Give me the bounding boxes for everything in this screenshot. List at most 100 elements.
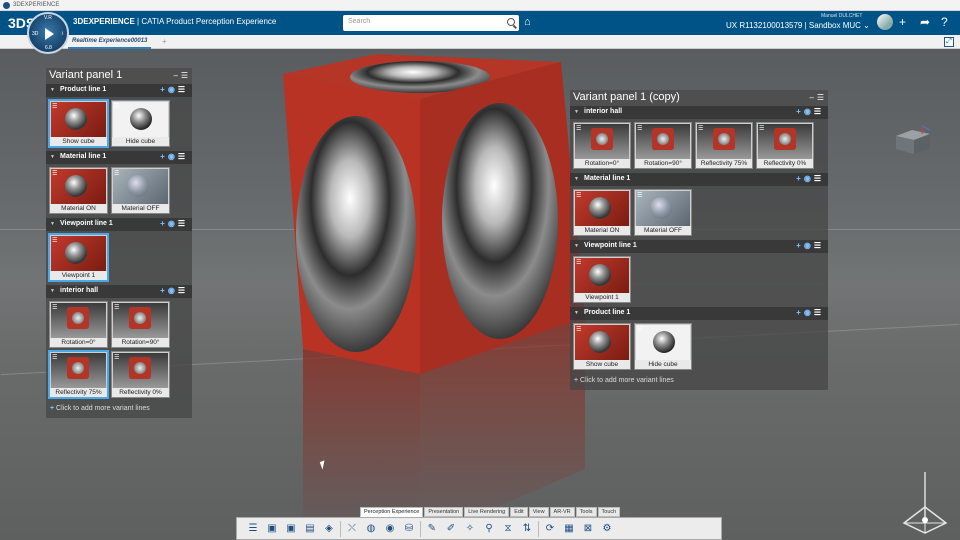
variant-menu-icon[interactable]: ☰ xyxy=(576,125,581,132)
chart-icon[interactable]: ⊠ xyxy=(580,521,596,537)
connector-icon[interactable]: ⤬ xyxy=(344,521,360,537)
tab-tools[interactable]: Tools xyxy=(575,507,597,517)
variant-reflectivity-75[interactable]: ☰ Reflectivity 75% xyxy=(49,351,108,398)
plus-icon[interactable]: + xyxy=(50,405,54,412)
variant-viewpoint-1[interactable]: ☰ Viewpoint 1 xyxy=(49,234,108,281)
tab-ar-vr[interactable]: AR-VR xyxy=(549,507,575,517)
line-menu-icon[interactable]: ☰ xyxy=(814,241,824,250)
variant-rotation-90[interactable]: ☰ Rotation=90° xyxy=(111,301,170,348)
add-variant-icon[interactable]: + xyxy=(796,308,804,317)
cylinder-icon[interactable]: ⛁ xyxy=(401,521,417,537)
tab-view[interactable]: View xyxy=(528,507,549,517)
variant-line-header[interactable]: ▼ Material line 1 +◉☰ xyxy=(570,173,828,186)
expand-icon[interactable]: ⤢ xyxy=(944,37,954,47)
capture-icon[interactable]: ◉ xyxy=(168,219,178,228)
capture-icon[interactable]: ◉ xyxy=(168,152,178,161)
variant-menu-icon[interactable]: ☰ xyxy=(576,259,581,266)
gear-icon[interactable]: ⚙ xyxy=(599,521,615,537)
tab-realtime-experience[interactable]: Realtime Experience00013 xyxy=(68,35,152,49)
line-menu-icon[interactable]: ☰ xyxy=(814,174,824,183)
variant-material-off[interactable]: ☰ Material OFF xyxy=(111,167,170,214)
capture-icon[interactable]: ◉ xyxy=(168,286,178,295)
collapse-arrow-icon[interactable]: ▼ xyxy=(50,221,55,227)
collapse-arrow-icon[interactable]: ▼ xyxy=(50,288,55,294)
menu-icon[interactable]: ☰ xyxy=(817,93,824,102)
mirror-icon[interactable]: ⧖ xyxy=(500,521,516,537)
variant-show-cube[interactable]: ☰ Show cube xyxy=(49,100,108,147)
variant-material-on[interactable]: ☰ Material ON xyxy=(573,189,631,236)
globe-icon[interactable]: ◍ xyxy=(363,521,379,537)
drop-icon[interactable]: ✧ xyxy=(462,521,478,537)
add-variant-icon[interactable]: + xyxy=(160,219,168,228)
collapse-arrow-icon[interactable]: ▼ xyxy=(574,310,579,316)
variant-menu-icon[interactable]: ☰ xyxy=(52,237,57,244)
collaborative-space-context[interactable]: UX R1132100013579 | Sandbox MUC ⌄ xyxy=(726,21,870,30)
add-variant-icon[interactable]: + xyxy=(160,152,168,161)
variant-menu-icon[interactable]: ☰ xyxy=(114,304,119,311)
variant-line-header[interactable]: ▼ Material line 1 +◉☰ xyxy=(46,151,192,164)
variant-line-header[interactable]: ▼ Product line 1 +◉☰ xyxy=(570,307,828,320)
add-variant-icon[interactable]: + xyxy=(160,85,168,94)
variant-menu-icon[interactable]: ☰ xyxy=(52,170,57,177)
add-variant-icon[interactable]: + xyxy=(796,174,804,183)
collapse-arrow-icon[interactable]: ▼ xyxy=(574,176,579,182)
search-input[interactable]: Search xyxy=(343,15,519,31)
line-menu-icon[interactable]: ☰ xyxy=(178,85,188,94)
add-variant-line[interactable]: + Click to add more variant lines xyxy=(570,374,828,390)
variant-menu-icon[interactable]: ☰ xyxy=(698,125,703,132)
variant-hide-cube[interactable]: ☰ Hide cube xyxy=(111,100,170,147)
variant-menu-icon[interactable]: ☰ xyxy=(637,192,642,199)
variant-menu-icon[interactable]: ☰ xyxy=(52,304,57,311)
variant-menu-icon[interactable]: ☰ xyxy=(52,103,57,110)
stamp-icon[interactable]: ▤ xyxy=(302,521,318,537)
transfer-icon[interactable]: ⇅ xyxy=(519,521,535,537)
minimize-icon[interactable]: – xyxy=(810,93,814,102)
variant-menu-icon[interactable]: ☰ xyxy=(637,125,642,132)
film-icon[interactable]: ▦ xyxy=(561,521,577,537)
variant-viewpoint-1[interactable]: ☰ Viewpoint 1 xyxy=(573,256,631,303)
variant-line-header[interactable]: ▼ Viewpoint line 1 +◉☰ xyxy=(46,218,192,231)
add-tab-button[interactable]: + xyxy=(162,37,167,46)
menu-icon[interactable]: ☰ xyxy=(181,71,188,80)
capture-icon[interactable]: ◉ xyxy=(804,107,814,116)
search-icon[interactable]: ⚲ xyxy=(481,521,497,537)
tab-presentation[interactable]: Presentation xyxy=(424,507,464,517)
add-variant-icon[interactable]: + xyxy=(796,241,804,250)
variant-material-on[interactable]: ☰ Material ON xyxy=(49,167,108,214)
avatar[interactable] xyxy=(877,14,893,30)
help-icon[interactable]: ? xyxy=(941,16,948,28)
line-menu-icon[interactable]: ☰ xyxy=(178,286,188,295)
variant-line-header[interactable]: ▼ Product line 1 +◉☰ xyxy=(46,84,192,97)
variant-material-off[interactable]: ☰ Material OFF xyxy=(634,189,692,236)
collapse-arrow-icon[interactable]: ▼ xyxy=(50,154,55,160)
variant-menu-icon[interactable]: ☰ xyxy=(759,125,764,132)
add-variant-icon[interactable]: + xyxy=(796,107,804,116)
variant-line-header[interactable]: ▼ interior hall +◉☰ xyxy=(570,106,828,119)
compass-widget[interactable]: V.R 3D i 6.8 xyxy=(27,12,69,54)
variant-menu-icon[interactable]: ☰ xyxy=(114,103,119,110)
variant-menu-icon[interactable]: ☰ xyxy=(637,326,642,333)
image-icon[interactable]: ▣ xyxy=(283,521,299,537)
capture-icon[interactable]: ◉ xyxy=(804,241,814,250)
refresh-icon[interactable]: ⟳ xyxy=(542,521,558,537)
variant-show-cube[interactable]: ☰ Show cube xyxy=(573,323,631,370)
navigation-cube[interactable] xyxy=(892,124,934,156)
variant-line-header[interactable]: ▼ Viewpoint line 1 +◉☰ xyxy=(570,240,828,253)
variant-menu-icon[interactable]: ☰ xyxy=(114,170,119,177)
compass-axis-widget[interactable] xyxy=(898,469,953,539)
add-icon[interactable]: + xyxy=(899,16,906,28)
search-icon[interactable] xyxy=(507,18,515,26)
collapse-arrow-icon[interactable]: ▼ xyxy=(574,243,579,249)
play-icon[interactable] xyxy=(45,28,54,40)
tab-perception-experience[interactable]: Perception Experience xyxy=(360,507,424,517)
share-icon[interactable]: ➦ xyxy=(920,16,930,28)
pen-icon[interactable]: ✐ xyxy=(443,521,459,537)
variant-rotation-0[interactable]: ☰ Rotation=0° xyxy=(573,122,631,169)
image-icon[interactable]: ▣ xyxy=(264,521,280,537)
pencil-icon[interactable]: ✎ xyxy=(424,521,440,537)
plus-icon[interactable]: + xyxy=(574,377,578,384)
shapes-icon[interactable]: ◈ xyxy=(321,521,337,537)
list-icon[interactable]: ☰ xyxy=(245,521,261,537)
variant-rotation-0[interactable]: ☰ Rotation=0° xyxy=(49,301,108,348)
variant-menu-icon[interactable]: ☰ xyxy=(114,354,119,361)
